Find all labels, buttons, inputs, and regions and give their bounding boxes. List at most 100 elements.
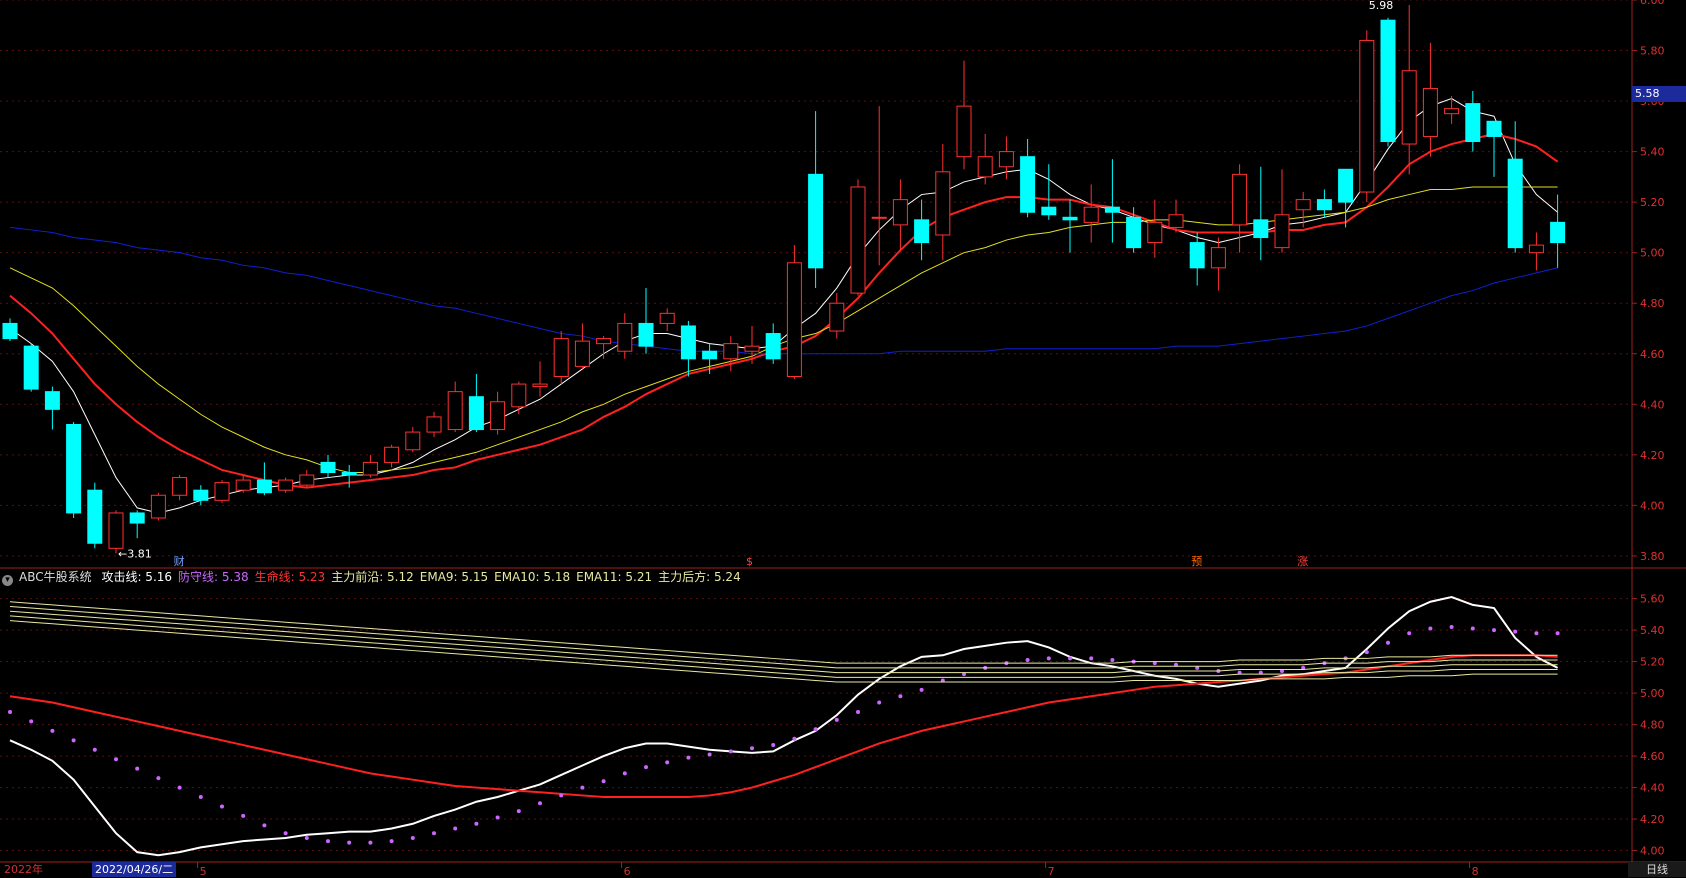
defense-dot <box>1555 631 1560 636</box>
candle-body <box>1210 247 1226 269</box>
defense-dot <box>283 831 288 836</box>
chevron-down-icon[interactable]: ▾ <box>2 575 13 586</box>
candle-body <box>172 477 188 496</box>
y-tick-label: 5.40 <box>1640 146 1665 159</box>
y-tick-label: 4.40 <box>1640 398 1665 411</box>
y-tick-label: 5.40 <box>1640 624 1665 637</box>
candle-body <box>1189 242 1205 269</box>
period-button[interactable]: 日线 <box>1628 862 1686 877</box>
defense-dot <box>792 736 797 741</box>
candle-body <box>362 461 378 476</box>
y-tick-label: 4.00 <box>1640 499 1665 512</box>
y-tick-label: 3.80 <box>1640 550 1665 563</box>
y-tick-label: 4.60 <box>1640 348 1665 361</box>
candle-body <box>1316 199 1332 211</box>
defense-dot <box>1025 658 1030 663</box>
candle-body <box>1486 120 1502 137</box>
y-tick-label: 4.00 <box>1640 845 1665 858</box>
defense-dot <box>856 709 860 714</box>
defense-dot <box>198 795 203 800</box>
candle-body <box>447 391 463 431</box>
defense-dot <box>1534 631 1539 636</box>
candle-body <box>320 461 336 474</box>
defense-dot <box>220 804 224 809</box>
indicator-line <box>9 601 1558 664</box>
defense-dot <box>728 749 733 754</box>
defense-dot <box>156 776 161 781</box>
defense-dot <box>262 823 267 828</box>
year-label: 2022年 <box>4 863 43 876</box>
candle-body <box>1528 244 1544 254</box>
event-marker: 涨 <box>1297 555 1308 568</box>
y-tick-label: 4.20 <box>1640 813 1665 826</box>
candle-body <box>998 151 1014 168</box>
defense-dot <box>1364 650 1369 655</box>
defense-dot <box>601 779 606 784</box>
defense-dot <box>304 835 309 840</box>
candle-body <box>808 173 824 269</box>
stock-chart[interactable]: 3.80 4.00 4.20 4.40 4.60 4.80 5.00 5.20 5.40 5.60… <box>0 0 1686 878</box>
candle-body <box>1274 214 1290 249</box>
y-tick-label: 4.80 <box>1640 297 1665 310</box>
defense-dot <box>135 766 140 771</box>
defense-dot <box>559 793 564 798</box>
candle-body <box>384 446 400 463</box>
defense-dot <box>919 687 924 692</box>
defense-dot <box>8 709 12 714</box>
defense-dot <box>898 694 903 699</box>
candle-body <box>278 479 294 491</box>
y-tick-label: 4.60 <box>1640 750 1665 763</box>
candle-body <box>256 479 272 494</box>
candle-body <box>193 489 209 501</box>
candle-body <box>1126 216 1142 249</box>
legend-item: 主力前沿: 5.12 <box>331 570 414 584</box>
moving-average-line <box>9 97 1558 514</box>
defense-dot <box>177 785 182 790</box>
legend-item: 生命线: 5.23 <box>254 570 326 584</box>
candle-body <box>1444 108 1460 115</box>
candle-body <box>44 391 60 410</box>
price-annotation: 5.98 <box>1369 0 1394 12</box>
defense-dot <box>1089 656 1094 661</box>
defense-dot <box>389 839 394 844</box>
defense-dot <box>368 840 373 845</box>
event-marker: 财 <box>174 554 185 568</box>
candle-body <box>617 322 633 352</box>
defense-dot <box>771 743 776 748</box>
candle-body <box>1232 173 1248 226</box>
candle-body <box>150 494 166 519</box>
moving-average-line <box>9 186 1558 474</box>
defense-dot <box>347 840 352 845</box>
defense-dot <box>1428 626 1433 631</box>
candle-body <box>214 482 230 501</box>
candle-body <box>1168 214 1184 228</box>
legend-item: EMA10: 5.18 <box>494 570 571 584</box>
indicator-line <box>9 654 1558 799</box>
defense-dot <box>474 821 479 826</box>
candle-body <box>1401 70 1417 145</box>
y-tick-label: 5.00 <box>1640 247 1665 260</box>
candle-body <box>1338 168 1354 203</box>
candle-body <box>1083 206 1099 223</box>
defense-dot <box>644 765 648 770</box>
defense-dot <box>50 728 55 733</box>
candle-body <box>426 416 442 433</box>
candle-body <box>1041 206 1057 216</box>
defense-dot <box>538 801 542 806</box>
defense-dot <box>1386 640 1390 645</box>
defense-dot <box>410 835 415 840</box>
defense-dot <box>453 826 458 831</box>
defense-dot <box>813 727 818 732</box>
event-marker: $ <box>746 555 753 568</box>
candle-body <box>914 219 930 244</box>
defense-dot <box>516 809 521 814</box>
defense-dot <box>707 752 712 757</box>
candle-body <box>1380 19 1396 142</box>
y-tick-label: 6.00 <box>1640 0 1665 7</box>
candle-body <box>490 401 506 431</box>
defense-dot <box>1407 631 1412 636</box>
defense-dot <box>71 738 76 743</box>
defense-dot <box>1068 656 1072 661</box>
candle-body <box>1253 219 1269 239</box>
defense-dot <box>114 757 118 762</box>
